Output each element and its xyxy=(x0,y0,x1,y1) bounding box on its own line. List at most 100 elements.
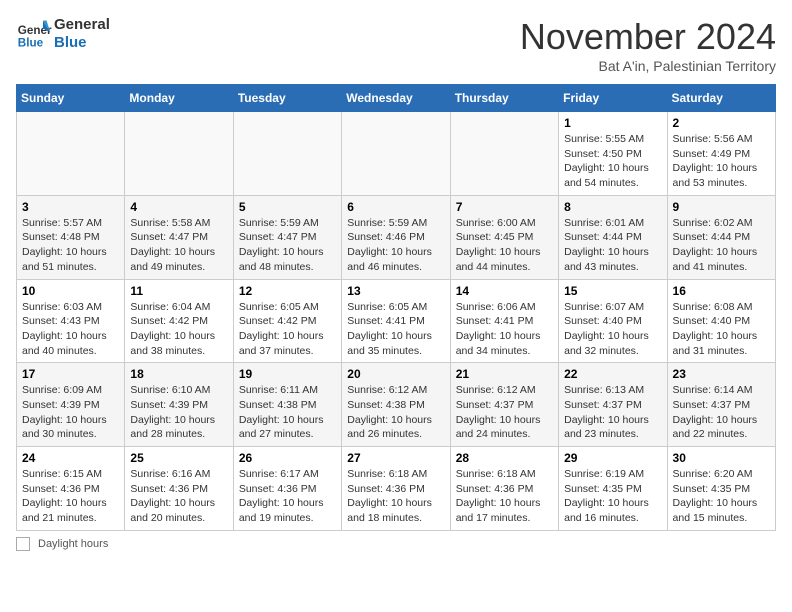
day-number: 1 xyxy=(564,116,661,130)
calendar-cell: 21 Sunrise: 6:12 AM Sunset: 4:37 PM Dayli… xyxy=(450,363,558,447)
day-number: 15 xyxy=(564,284,661,298)
legend-area: Daylight hours xyxy=(16,537,776,551)
day-info: Sunrise: 5:55 AM Sunset: 4:50 PM Dayligh… xyxy=(564,132,661,191)
day-info: Sunrise: 6:12 AM Sunset: 4:38 PM Dayligh… xyxy=(347,383,444,442)
day-number: 7 xyxy=(456,200,553,214)
day-number: 11 xyxy=(130,284,227,298)
day-number: 23 xyxy=(673,367,770,381)
day-info: Sunrise: 6:00 AM Sunset: 4:45 PM Dayligh… xyxy=(456,216,553,275)
day-number: 16 xyxy=(673,284,770,298)
week-row-3: 10Sunrise: 6:03 AM Sunset: 4:43 PM Dayli… xyxy=(17,279,776,363)
calendar-cell: 23 Sunrise: 6:14 AM Sunset: 4:37 PM Dayli… xyxy=(667,363,775,447)
day-info: Sunrise: 6:19 AM Sunset: 4:35 PM Dayligh… xyxy=(564,467,661,526)
calendar-cell: 4 Sunrise: 5:58 AM Sunset: 4:47 PM Daylig… xyxy=(125,195,233,279)
calendar-cell: 26 Sunrise: 6:17 AM Sunset: 4:36 PM Dayli… xyxy=(233,447,341,531)
header-day-saturday: Saturday xyxy=(667,85,775,112)
day-info: Sunrise: 6:02 AM Sunset: 4:44 PM Dayligh… xyxy=(673,216,770,275)
day-number: 6 xyxy=(347,200,444,214)
calendar-cell xyxy=(125,112,233,196)
header-day-friday: Friday xyxy=(559,85,667,112)
day-info: Sunrise: 5:57 AM Sunset: 4:48 PM Dayligh… xyxy=(22,216,119,275)
day-number: 9 xyxy=(673,200,770,214)
calendar-cell: 13 Sunrise: 6:05 AM Sunset: 4:41 PM Dayli… xyxy=(342,279,450,363)
calendar-cell: 5Sunrise: 5:59 AM Sunset: 4:47 PM Daylig… xyxy=(233,195,341,279)
location: Bat A'in, Palestinian Territory xyxy=(520,58,776,74)
day-number: 19 xyxy=(239,367,336,381)
day-info: Sunrise: 6:13 AM Sunset: 4:37 PM Dayligh… xyxy=(564,383,661,442)
day-number: 24 xyxy=(22,451,119,465)
legend-label: Daylight hours xyxy=(38,538,108,550)
calendar-table: SundayMondayTuesdayWednesdayThursdayFrid… xyxy=(16,84,776,531)
calendar-cell: 2Sunrise: 5:56 AM Sunset: 4:49 PM Daylig… xyxy=(667,112,775,196)
calendar-cell: 28Sunrise: 6:18 AM Sunset: 4:36 PM Dayli… xyxy=(450,447,558,531)
calendar-cell: 7 Sunrise: 6:00 AM Sunset: 4:45 PM Daylig… xyxy=(450,195,558,279)
day-number: 4 xyxy=(130,200,227,214)
day-info: Sunrise: 6:03 AM Sunset: 4:43 PM Dayligh… xyxy=(22,300,119,359)
day-number: 18 xyxy=(130,367,227,381)
calendar-cell: 29 Sunrise: 6:19 AM Sunset: 4:35 PM Dayli… xyxy=(559,447,667,531)
day-info: Sunrise: 6:17 AM Sunset: 4:36 PM Dayligh… xyxy=(239,467,336,526)
calendar-cell: 6 Sunrise: 5:59 AM Sunset: 4:46 PM Daylig… xyxy=(342,195,450,279)
day-number: 22 xyxy=(564,367,661,381)
calendar-cell: 17 Sunrise: 6:09 AM Sunset: 4:39 PM Dayli… xyxy=(17,363,125,447)
calendar-cell: 15 Sunrise: 6:07 AM Sunset: 4:40 PM Dayli… xyxy=(559,279,667,363)
day-number: 13 xyxy=(347,284,444,298)
calendar-cell xyxy=(233,112,341,196)
day-info: Sunrise: 6:04 AM Sunset: 4:42 PM Dayligh… xyxy=(130,300,227,359)
logo-wordmark: General Blue xyxy=(54,16,110,52)
day-info: Sunrise: 6:10 AM Sunset: 4:39 PM Dayligh… xyxy=(130,383,227,442)
calendar-cell: 3 Sunrise: 5:57 AM Sunset: 4:48 PM Daylig… xyxy=(17,195,125,279)
logo-icon: General Blue xyxy=(16,16,52,52)
day-number: 26 xyxy=(239,451,336,465)
day-info: Sunrise: 5:59 AM Sunset: 4:46 PM Dayligh… xyxy=(347,216,444,275)
day-number: 30 xyxy=(673,451,770,465)
calendar-cell xyxy=(17,112,125,196)
day-info: Sunrise: 5:58 AM Sunset: 4:47 PM Dayligh… xyxy=(130,216,227,275)
calendar-cell: 1 Sunrise: 5:55 AM Sunset: 4:50 PM Daylig… xyxy=(559,112,667,196)
title-area: November 2024 Bat A'in, Palestinian Terr… xyxy=(520,16,776,74)
day-info: Sunrise: 6:08 AM Sunset: 4:40 PM Dayligh… xyxy=(673,300,770,359)
day-info: Sunrise: 6:09 AM Sunset: 4:39 PM Dayligh… xyxy=(22,383,119,442)
calendar-cell: 24Sunrise: 6:15 AM Sunset: 4:36 PM Dayli… xyxy=(17,447,125,531)
calendar-cell: 11 Sunrise: 6:04 AM Sunset: 4:42 PM Dayli… xyxy=(125,279,233,363)
week-row-5: 24Sunrise: 6:15 AM Sunset: 4:36 PM Dayli… xyxy=(17,447,776,531)
day-info: Sunrise: 6:06 AM Sunset: 4:41 PM Dayligh… xyxy=(456,300,553,359)
day-info: Sunrise: 6:05 AM Sunset: 4:41 PM Dayligh… xyxy=(347,300,444,359)
calendar-cell: 18 Sunrise: 6:10 AM Sunset: 4:39 PM Dayli… xyxy=(125,363,233,447)
calendar-cell: 8 Sunrise: 6:01 AM Sunset: 4:44 PM Daylig… xyxy=(559,195,667,279)
calendar-cell: 20Sunrise: 6:12 AM Sunset: 4:38 PM Dayli… xyxy=(342,363,450,447)
day-info: Sunrise: 6:07 AM Sunset: 4:40 PM Dayligh… xyxy=(564,300,661,359)
day-number: 17 xyxy=(22,367,119,381)
day-number: 28 xyxy=(456,451,553,465)
header-day-sunday: Sunday xyxy=(17,85,125,112)
day-number: 14 xyxy=(456,284,553,298)
calendar-cell xyxy=(342,112,450,196)
calendar-cell: 30Sunrise: 6:20 AM Sunset: 4:35 PM Dayli… xyxy=(667,447,775,531)
week-row-4: 17 Sunrise: 6:09 AM Sunset: 4:39 PM Dayli… xyxy=(17,363,776,447)
calendar-cell: 22 Sunrise: 6:13 AM Sunset: 4:37 PM Dayli… xyxy=(559,363,667,447)
week-row-1: 1 Sunrise: 5:55 AM Sunset: 4:50 PM Daylig… xyxy=(17,112,776,196)
day-number: 21 xyxy=(456,367,553,381)
day-info: Sunrise: 6:14 AM Sunset: 4:37 PM Dayligh… xyxy=(673,383,770,442)
header-row: SundayMondayTuesdayWednesdayThursdayFrid… xyxy=(17,85,776,112)
calendar-cell: 25Sunrise: 6:16 AM Sunset: 4:36 PM Dayli… xyxy=(125,447,233,531)
header-day-monday: Monday xyxy=(125,85,233,112)
header-day-thursday: Thursday xyxy=(450,85,558,112)
day-number: 5 xyxy=(239,200,336,214)
logo-line1: General xyxy=(54,16,110,34)
header: General Blue General Blue November 2024 … xyxy=(16,16,776,74)
day-info: Sunrise: 6:11 AM Sunset: 4:38 PM Dayligh… xyxy=(239,383,336,442)
calendar-cell: 16 Sunrise: 6:08 AM Sunset: 4:40 PM Dayli… xyxy=(667,279,775,363)
logo-line2: Blue xyxy=(54,34,110,52)
day-info: Sunrise: 6:12 AM Sunset: 4:37 PM Dayligh… xyxy=(456,383,553,442)
day-number: 29 xyxy=(564,451,661,465)
calendar-header: SundayMondayTuesdayWednesdayThursdayFrid… xyxy=(17,85,776,112)
day-number: 3 xyxy=(22,200,119,214)
day-info: Sunrise: 6:05 AM Sunset: 4:42 PM Dayligh… xyxy=(239,300,336,359)
day-info: Sunrise: 6:16 AM Sunset: 4:36 PM Dayligh… xyxy=(130,467,227,526)
calendar-cell: 9 Sunrise: 6:02 AM Sunset: 4:44 PM Daylig… xyxy=(667,195,775,279)
day-info: Sunrise: 6:01 AM Sunset: 4:44 PM Dayligh… xyxy=(564,216,661,275)
day-number: 8 xyxy=(564,200,661,214)
svg-text:Blue: Blue xyxy=(18,37,44,50)
legend-box xyxy=(16,537,30,551)
